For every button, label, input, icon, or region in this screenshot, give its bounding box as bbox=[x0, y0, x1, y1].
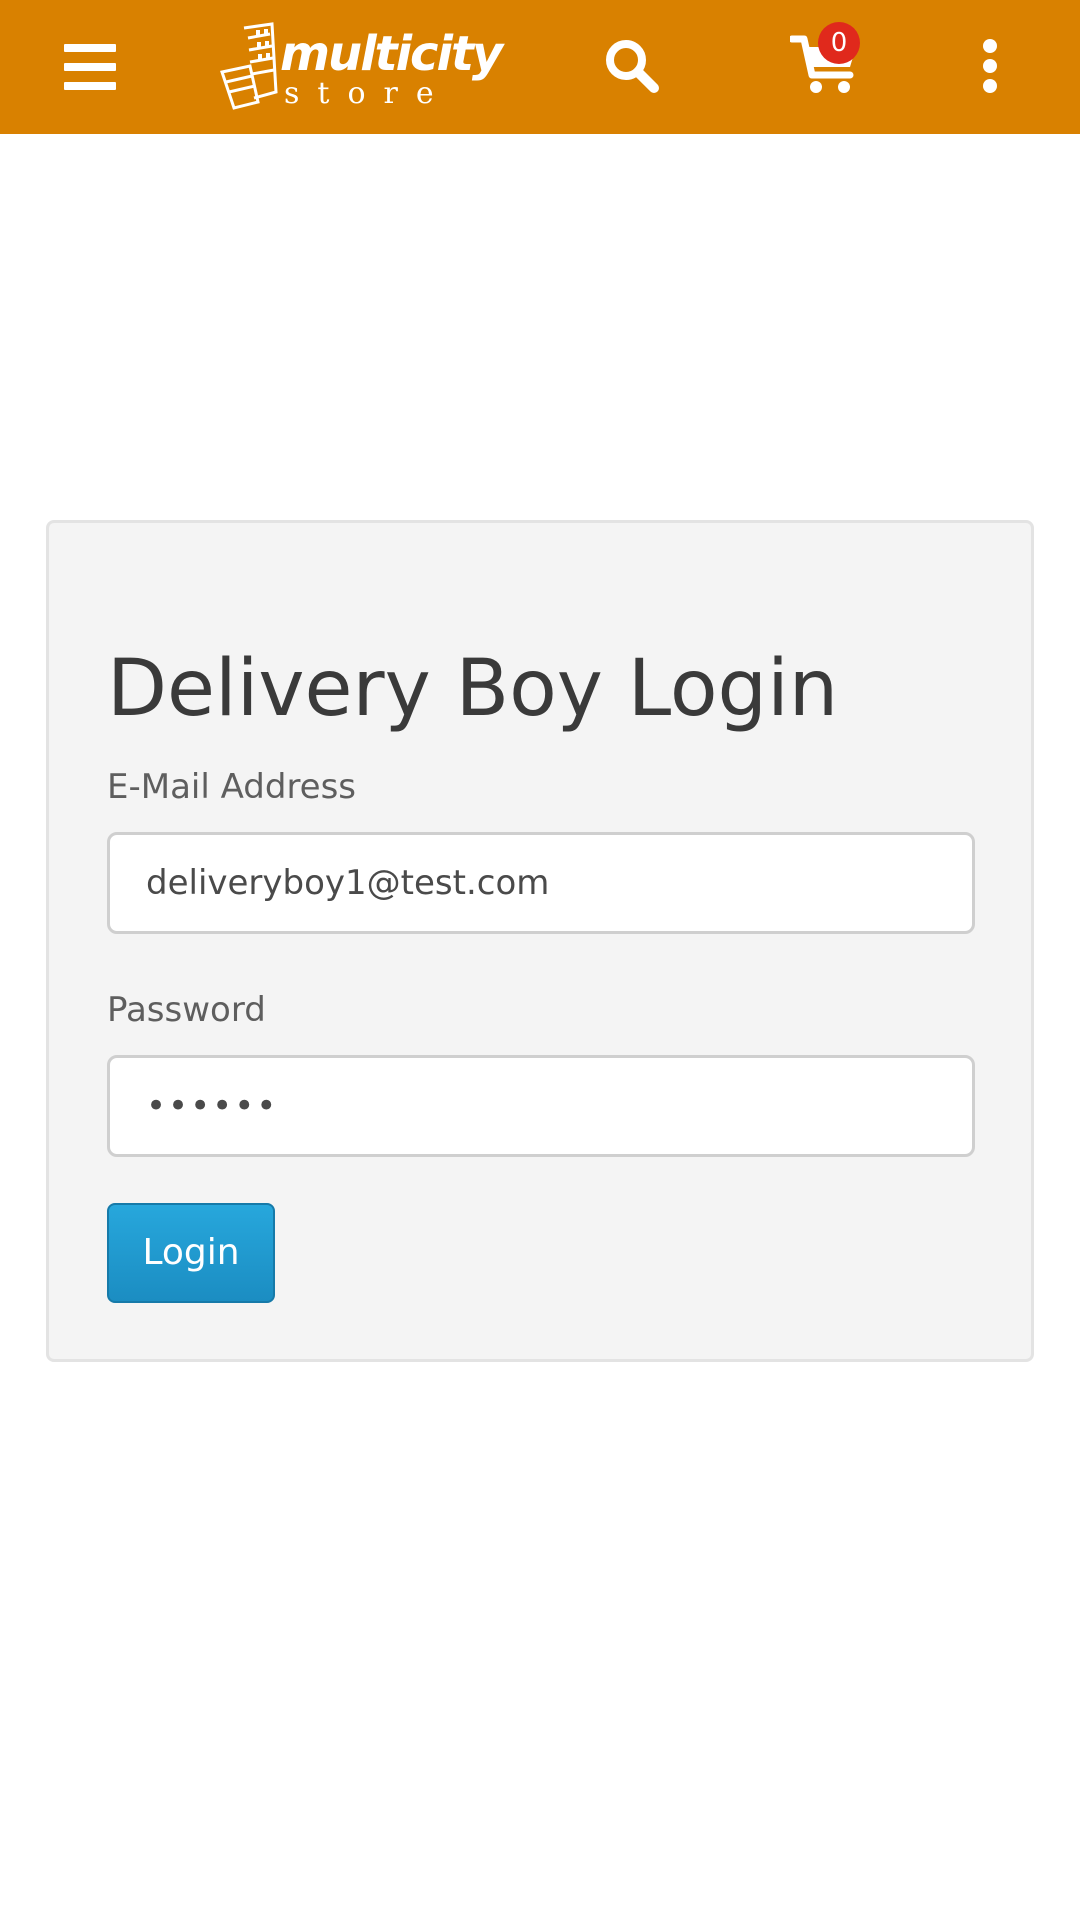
hamburger-menu-icon bbox=[64, 44, 116, 90]
menu-button[interactable] bbox=[50, 32, 130, 102]
email-field[interactable] bbox=[107, 832, 975, 934]
buildings-logo-icon bbox=[220, 22, 278, 110]
login-card: Delivery Boy Login E-Mail Address Passwo… bbox=[46, 520, 1034, 1362]
page-title: Delivery Boy Login bbox=[107, 644, 839, 734]
vertical-more-icon bbox=[983, 39, 997, 93]
search-button[interactable] bbox=[592, 28, 672, 104]
top-app-bar: multicity store 0 bbox=[0, 0, 1080, 134]
more-options-button[interactable] bbox=[960, 26, 1020, 106]
email-label: E-Mail Address bbox=[107, 767, 357, 807]
store-logo[interactable]: multicity store bbox=[214, 22, 503, 114]
logo-subtitle: store bbox=[284, 76, 452, 111]
cart-count-badge: 0 bbox=[818, 22, 860, 64]
password-field[interactable] bbox=[107, 1055, 975, 1157]
password-label: Password bbox=[107, 990, 266, 1030]
login-button[interactable]: Login bbox=[107, 1203, 275, 1303]
search-icon bbox=[606, 40, 659, 93]
logo-wordmark: multicity bbox=[280, 26, 503, 82]
